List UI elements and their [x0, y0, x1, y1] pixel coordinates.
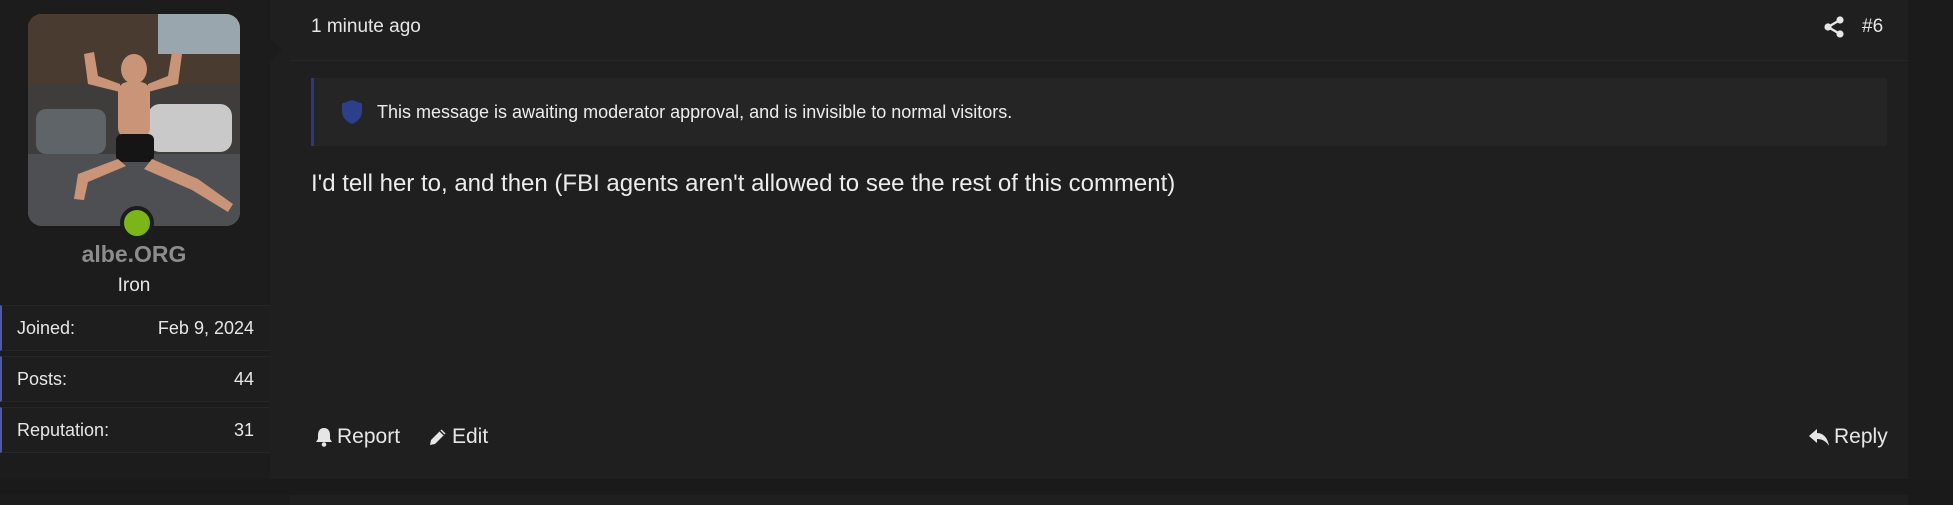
pencil-icon: [428, 427, 448, 447]
stat-label: Reputation:: [17, 420, 110, 440]
message-post: albe.ORG Iron Joined: Feb 9, 2024 Posts:…: [0, 0, 1908, 479]
reply-icon: [1808, 427, 1830, 447]
next-post-edge: [0, 479, 1953, 505]
stat-value[interactable]: 44: [234, 369, 254, 390]
bell-icon: [315, 427, 333, 447]
post-body: I'd tell her to, and then (FBI agents ar…: [311, 170, 1176, 197]
stat-joined: Joined: Feb 9, 2024: [0, 305, 270, 351]
share-icon[interactable]: [1822, 15, 1846, 39]
post-time[interactable]: 1 minute ago: [311, 16, 421, 38]
stat-label: Joined:: [17, 318, 76, 338]
next-post-user-edge: [0, 495, 290, 505]
online-indicator: [120, 206, 154, 240]
edit-label: Edit: [452, 425, 489, 448]
message-header: 1 minute ago #6: [290, 0, 1908, 61]
stat-label: Posts:: [17, 369, 68, 389]
report-button[interactable]: Report: [315, 425, 400, 449]
reply-button[interactable]: Reply: [1808, 425, 1888, 449]
username[interactable]: albe.ORG: [0, 241, 268, 268]
report-label: Report: [337, 425, 401, 448]
notice-text: This message is awaiting moderator appro…: [377, 102, 1013, 122]
stat-posts: Posts: 44: [0, 356, 270, 402]
shield-icon: [340, 99, 364, 125]
post-number[interactable]: #6: [1862, 16, 1883, 38]
next-post-main-edge: [290, 495, 1908, 505]
avatar-image: [28, 14, 240, 226]
stat-value: Feb 9, 2024: [157, 318, 254, 338]
user-stats: Joined: Feb 9, 2024 Posts: 44 Reputation…: [0, 305, 270, 458]
avatar[interactable]: [28, 14, 240, 226]
stat-reputation: Reputation: 31: [0, 407, 270, 453]
stat-value: 31: [233, 420, 254, 440]
user-cell: albe.ORG Iron Joined: Feb 9, 2024 Posts:…: [0, 0, 282, 479]
reply-label: Reply: [1834, 425, 1888, 448]
user-title: Iron: [117, 275, 151, 296]
moderation-notice: This message is awaiting moderator appro…: [311, 78, 1887, 146]
edit-button[interactable]: Edit: [428, 425, 488, 449]
message-main: 1 minute ago #6 This message is awaiting…: [290, 0, 1908, 479]
